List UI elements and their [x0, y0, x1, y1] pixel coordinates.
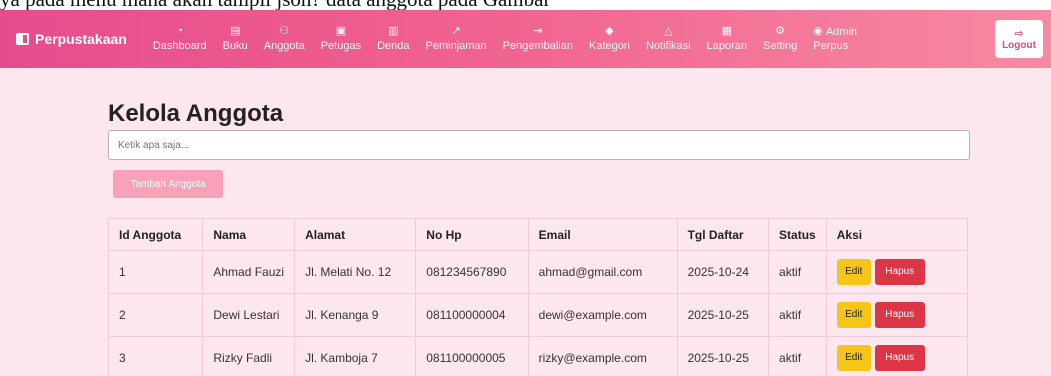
header-status: Status — [768, 218, 827, 251]
main-content: Kelola Anggota Tambah Anggota Id Anggota… — [0, 68, 1051, 376]
delete-button[interactable]: Hapus — [874, 302, 925, 328]
badge-icon: ▣ — [335, 25, 347, 37]
cell-status: aktif — [768, 336, 827, 376]
nav-item-label: Kategori — [589, 40, 630, 52]
edit-button[interactable]: Edit — [836, 345, 871, 371]
logout-icon: ⇨ — [1014, 27, 1024, 40]
delete-button[interactable]: Hapus — [874, 345, 925, 371]
cell-email: dewi@example.com — [527, 293, 678, 337]
search-input[interactable] — [108, 130, 970, 160]
cell-nohp: 081100000004 — [415, 293, 529, 337]
nav-item-label: Peminjaman — [425, 40, 487, 52]
nav-item-label: Setting — [762, 40, 798, 52]
cell-nohp: 081234567890 — [415, 250, 529, 294]
cell-status: aktif — [768, 293, 827, 337]
nav-item-denda[interactable]: ▥ Denda — [369, 25, 417, 53]
nav-item-buku[interactable]: ▤ Buku — [215, 25, 256, 53]
gauge-icon: ◔ — [176, 25, 184, 37]
navbar: Perpustakaan ◔ Dashboard ▤ Buku ⚇ Anggota ▣ Pet… — [0, 10, 1051, 68]
nav-item-notifikasi[interactable]: △ Notifikasi — [638, 25, 699, 53]
cell-tgl: 2025-10-25 — [676, 293, 770, 337]
cell-nama: Dewi Lestari — [202, 293, 296, 337]
book-icon: ▤ — [229, 25, 241, 37]
edit-button[interactable]: Edit — [836, 302, 871, 328]
header-aksi: Aksi — [825, 218, 969, 251]
book-half-icon — [16, 33, 29, 45]
brand-label: Perpustakaan — [35, 31, 127, 47]
nav-item-petugas[interactable]: ▣ Petugas — [313, 25, 369, 53]
header-nohp: No Hp — [415, 218, 529, 251]
top-caption-text: ya pada menu mana akan tampil json? data… — [0, 0, 550, 10]
table-row: 3 Rizky Fadli Jl. Kamboja 7 081100000005 riz… — [107, 336, 969, 376]
nav-item-label: Buku — [222, 40, 248, 52]
nav-item-admin[interactable]: ◉ Admin Perpus — [805, 25, 865, 53]
cell-status: aktif — [768, 250, 827, 294]
nav-item-label: Notifikasi — [645, 40, 691, 52]
page-title: Kelola Anggota — [108, 100, 284, 127]
cell-nama: Rizky Fadli — [202, 336, 296, 376]
nav-item-anggota[interactable]: ⚇ Anggota — [256, 25, 313, 53]
admin-label-line2: Perpus — [813, 40, 849, 52]
report-icon: ▦ — [721, 25, 732, 37]
cell-id: 2 — [107, 293, 204, 337]
cell-nohp: 081100000005 — [415, 336, 529, 376]
members-table: Id Anggota Nama Alamat No Hp Email Tgl D… — [107, 218, 969, 376]
cell-alamat: Jl. Kamboja 7 — [294, 336, 417, 376]
cell-email: rizky@example.com — [527, 336, 678, 376]
gear-icon: ⚙ — [775, 25, 786, 37]
nav-item-label: Petugas — [320, 40, 362, 52]
table-header-row: Id Anggota Nama Alamat No Hp Email Tgl D… — [107, 218, 969, 251]
user-circle-icon: ◉ — [813, 25, 823, 37]
nav-item-label: Pengembalian — [502, 40, 573, 52]
edit-button[interactable]: Edit — [836, 259, 871, 285]
header-nama: Nama — [202, 218, 296, 251]
nav-item-dashboard[interactable]: ◔ Dashboard — [145, 25, 215, 53]
tag-icon: ◆ — [605, 25, 614, 37]
cell-aksi: Edit Hapus — [825, 293, 969, 337]
admin-label-line1: Admin — [825, 26, 858, 38]
header-alamat: Alamat — [294, 218, 417, 251]
bell-icon: △ — [664, 25, 673, 37]
cell-alamat: Jl. Melati No. 12 — [294, 250, 417, 294]
cell-nama: Ahmad Fauzi — [202, 250, 296, 294]
nav-item-label: Dashboard — [152, 40, 207, 52]
nav-item-setting[interactable]: ⚙ Setting — [755, 25, 805, 53]
nav-item-label: Denda — [377, 40, 410, 52]
cell-tgl: 2025-10-25 — [676, 336, 770, 376]
logout-button[interactable]: ⇨ Logout — [995, 20, 1043, 58]
return-icon: ⇥ — [533, 25, 543, 37]
cell-aksi: Edit Hapus — [825, 250, 969, 294]
nav-menu: ◔ Dashboard ▤ Buku ⚇ Anggota ▣ Petugas ▥ Denda ↗ Pe… — [145, 25, 805, 53]
table-row: 1 Ahmad Fauzi Jl. Melati No. 12 08123456789… — [107, 250, 969, 294]
nav-item-pengembalian[interactable]: ⇥ Pengembalian — [495, 25, 581, 53]
header-id: Id Anggota — [107, 218, 204, 251]
people-icon: ⚇ — [279, 25, 290, 37]
top-caption-strip: ya pada menu mana akan tampil json? data… — [0, 0, 1051, 10]
cell-id: 1 — [107, 250, 204, 294]
header-email: Email — [527, 218, 678, 251]
add-member-button[interactable]: Tambah Anggota — [113, 170, 223, 198]
nav-item-laporan[interactable]: ▦ Laporan — [699, 25, 755, 53]
cell-id: 3 — [107, 336, 204, 376]
logout-label: Logout — [1002, 39, 1036, 51]
nav-item-kategori[interactable]: ◆ Kategori — [581, 25, 638, 53]
brand[interactable]: Perpustakaan — [16, 31, 127, 47]
header-tgl-daftar: Tgl Daftar — [676, 218, 770, 251]
cell-aksi: Edit Hapus — [825, 336, 969, 376]
nav-item-peminjaman[interactable]: ↗ Peminjaman — [418, 25, 495, 53]
nav-item-label: Anggota — [263, 40, 305, 52]
nav-item-label: Laporan — [706, 40, 747, 52]
cell-tgl: 2025-10-24 — [676, 250, 770, 294]
table-body: 1 Ahmad Fauzi Jl. Melati No. 12 08123456789… — [107, 250, 969, 376]
external-link-icon: ↗ — [451, 25, 461, 37]
cell-email: ahmad@gmail.com — [527, 250, 678, 294]
cash-icon: ▥ — [388, 25, 399, 37]
table-row: 2 Dewi Lestari Jl. Kenanga 9 081100000004 de… — [107, 293, 969, 337]
cell-alamat: Jl. Kenanga 9 — [294, 293, 417, 337]
delete-button[interactable]: Hapus — [874, 259, 925, 285]
